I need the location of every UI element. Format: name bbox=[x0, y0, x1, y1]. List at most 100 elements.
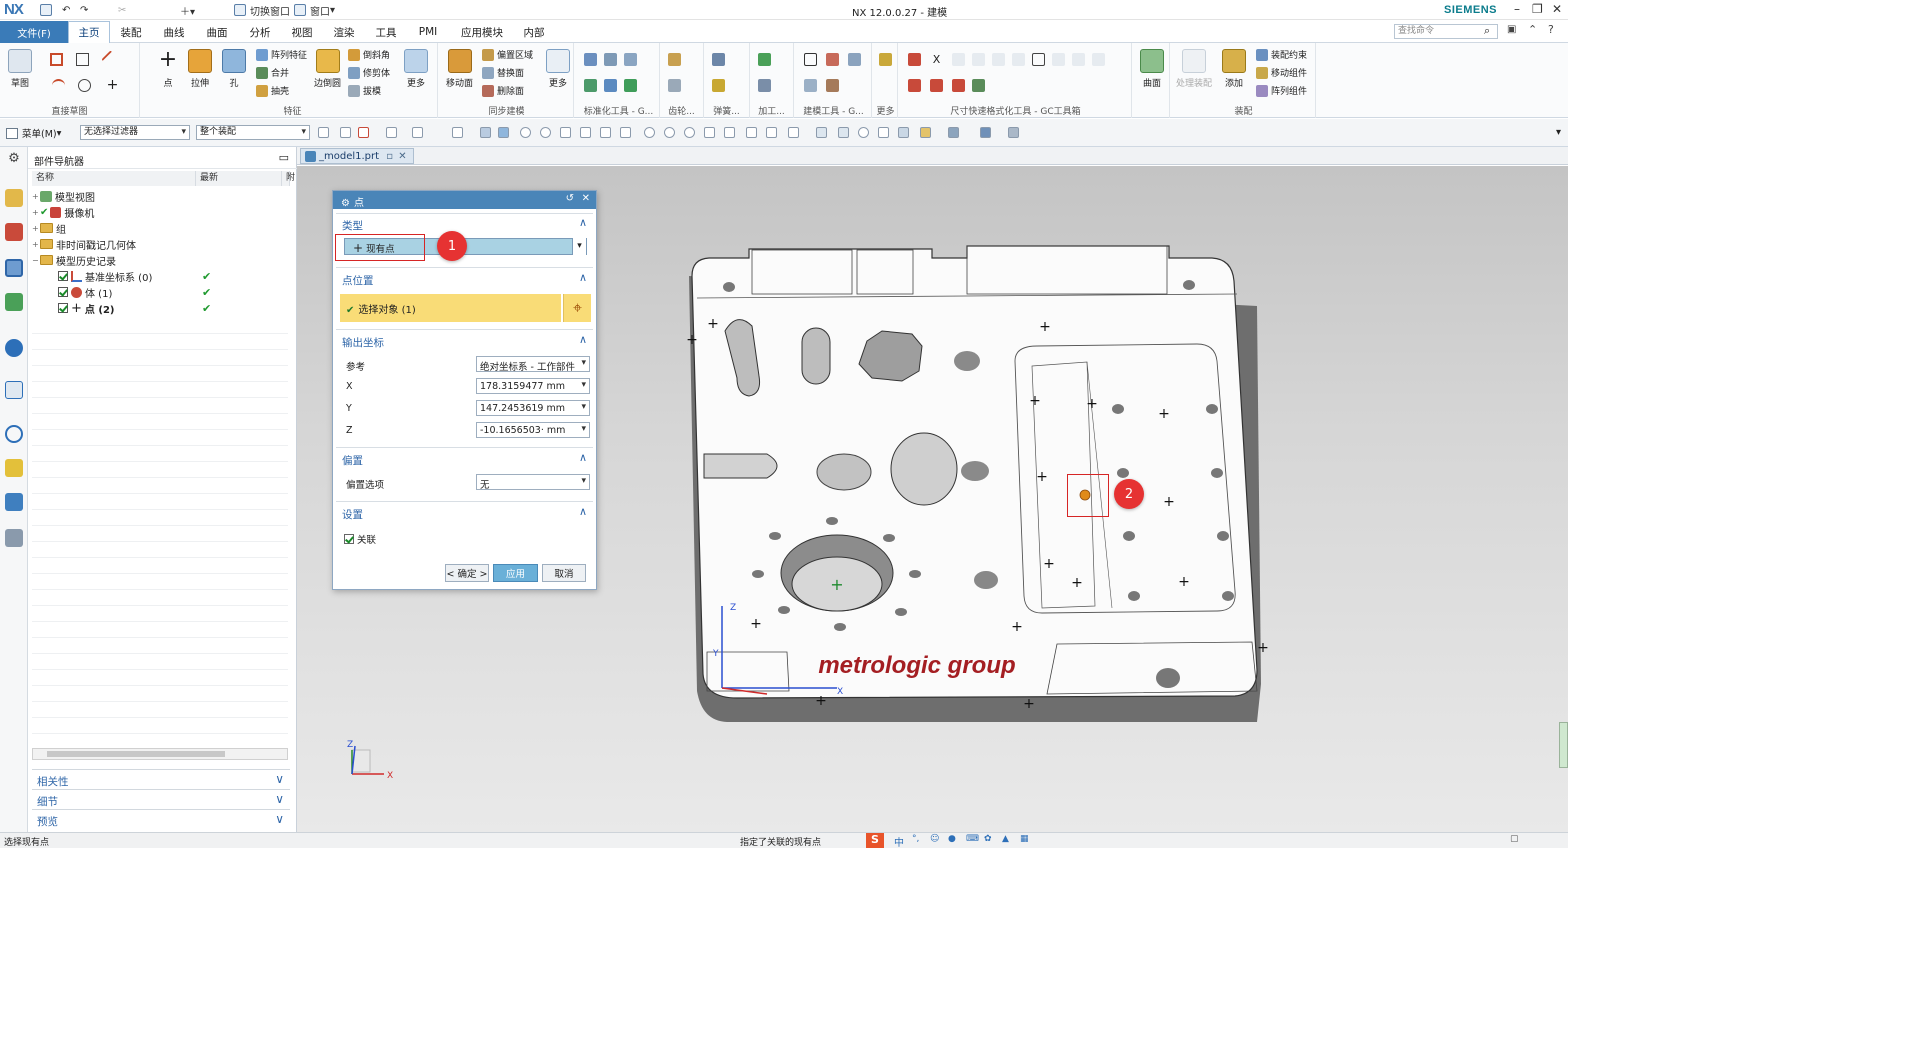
palette-icon[interactable] bbox=[5, 459, 23, 477]
gear-tool-icon[interactable] bbox=[668, 79, 681, 92]
machining-tool-icon[interactable] bbox=[758, 79, 771, 92]
point-marker[interactable]: + bbox=[1163, 494, 1175, 510]
tree-node-unused-items[interactable]: + 非时间戳记几何体 bbox=[32, 236, 136, 252]
point-button[interactable]: + 点 bbox=[156, 49, 180, 90]
command-search-input[interactable]: 查找命令 bbox=[1394, 24, 1498, 39]
collapse-ribbon-icon[interactable]: ⌃ bbox=[1528, 23, 1537, 36]
point-marker[interactable]: + bbox=[1158, 406, 1170, 422]
select-feature-icon[interactable] bbox=[358, 127, 369, 138]
switch-window-button[interactable]: 切换窗口 bbox=[234, 3, 290, 18]
solid-icon[interactable] bbox=[498, 127, 509, 138]
circle-snap-icon[interactable] bbox=[664, 127, 675, 138]
modeling-tool-icon-4[interactable] bbox=[804, 79, 817, 92]
orient-view-icon[interactable] bbox=[948, 127, 959, 138]
assembly-navigator-icon[interactable] bbox=[5, 189, 23, 207]
tab-home[interactable]: 主页 bbox=[68, 21, 110, 43]
intersection-icon[interactable] bbox=[580, 127, 591, 138]
arc-icon[interactable] bbox=[52, 79, 65, 92]
pattern-feature-button[interactable]: 阵列特征 bbox=[256, 48, 307, 61]
tree-node-body[interactable]: 体 (1) bbox=[58, 284, 112, 300]
horizontal-scrollbar[interactable] bbox=[32, 748, 288, 760]
body-icon[interactable] bbox=[480, 127, 491, 138]
ime-mic-icon[interactable]: ● bbox=[948, 834, 956, 844]
point-marker[interactable]: + bbox=[1039, 319, 1051, 335]
tree-node-model-history[interactable]: − 模型历史记录 bbox=[32, 252, 116, 268]
section-view-icon[interactable] bbox=[980, 127, 991, 138]
ime-punct-icon[interactable]: °, bbox=[912, 834, 919, 844]
undo-icon[interactable]: ↶ bbox=[62, 3, 70, 17]
ime-mode[interactable]: 中 bbox=[894, 834, 904, 849]
associative-checkbox[interactable]: 关联 bbox=[344, 532, 376, 546]
more-sync-button[interactable]: 更多 bbox=[546, 49, 570, 89]
line-sketch-icon[interactable] bbox=[50, 53, 63, 66]
add-component-button[interactable]: 添加 bbox=[1222, 49, 1246, 89]
std-tool-icon-4[interactable] bbox=[584, 79, 597, 92]
delete-face-button[interactable]: 删除面 bbox=[482, 84, 524, 97]
ribbon-options-icon[interactable]: ▣ bbox=[1507, 24, 1516, 35]
edge-blend-button[interactable]: 边倒圆 bbox=[314, 49, 341, 89]
work-layer-icon[interactable] bbox=[1008, 127, 1019, 138]
tree-node-model-views[interactable]: + 模型视图 bbox=[32, 188, 95, 204]
point-marker[interactable]: + bbox=[1086, 396, 1098, 412]
point-marker[interactable]: + bbox=[686, 332, 698, 348]
dialog-close-icon[interactable]: ✕ bbox=[582, 193, 590, 204]
checkbox-icon[interactable] bbox=[344, 534, 354, 544]
ime-skin-icon[interactable]: ✿ bbox=[984, 834, 992, 844]
point-marker[interactable]: + bbox=[1036, 469, 1048, 485]
apply-button[interactable]: 应用 bbox=[493, 564, 538, 582]
std-tool-icon-5[interactable] bbox=[604, 79, 617, 92]
hd3d-tools-icon[interactable] bbox=[5, 339, 23, 357]
tab-internal[interactable]: 内部 bbox=[516, 21, 552, 43]
menu-button[interactable]: 菜单(M) ▾ bbox=[6, 126, 61, 140]
dimension-icon-10[interactable] bbox=[1092, 53, 1105, 66]
rotate-icon[interactable] bbox=[858, 127, 869, 138]
move-component-button[interactable]: 移动组件 bbox=[1256, 66, 1307, 79]
replace-face-button[interactable]: 替换面 bbox=[482, 66, 524, 79]
tree-node-point[interactable]: + 点 (2) bbox=[58, 300, 115, 316]
chamfer-button[interactable]: 倒斜角 bbox=[348, 48, 390, 61]
reuse-library-icon[interactable] bbox=[5, 293, 23, 311]
tree-node-datum-csys[interactable]: 基准坐标系 (0) bbox=[58, 268, 152, 284]
point-marker[interactable]: + bbox=[1257, 640, 1269, 656]
dimension-icon-1[interactable] bbox=[908, 53, 921, 66]
shell-button[interactable]: 抽壳 bbox=[256, 84, 289, 97]
dimension-icon-4[interactable] bbox=[972, 53, 985, 66]
reference-dropdown[interactable]: 绝对坐标系 - 工作部件 bbox=[476, 356, 590, 372]
process-assembly-button[interactable]: 处理装配 bbox=[1176, 49, 1212, 89]
system-scene-icon[interactable] bbox=[5, 529, 23, 547]
chevron-up-icon[interactable]: ∧ bbox=[579, 333, 587, 346]
trim-body-button[interactable]: 修剪体 bbox=[348, 66, 390, 79]
dimension-box-x-icon[interactable] bbox=[1032, 53, 1045, 66]
point-on-face-icon[interactable] bbox=[724, 127, 735, 138]
tree-node-groups[interactable]: + 组 bbox=[32, 220, 66, 236]
chevron-up-icon[interactable]: ∧ bbox=[579, 216, 587, 229]
search-icon[interactable]: ⌕ bbox=[1484, 24, 1490, 38]
dialog-title-bar[interactable]: ⚙ 点 ↺ ✕ bbox=[333, 191, 596, 209]
ime-logo-icon[interactable]: S bbox=[866, 833, 884, 848]
draft-button[interactable]: 拔模 bbox=[348, 84, 381, 97]
minimize-button[interactable]: – bbox=[1514, 2, 1520, 16]
point-marker[interactable]: + bbox=[1071, 575, 1083, 591]
point-marker[interactable]: + bbox=[815, 693, 827, 709]
snap-icon[interactable] bbox=[318, 127, 329, 138]
point-marker[interactable]: + bbox=[1011, 619, 1023, 635]
file-menu-button[interactable]: 文件(F) bbox=[0, 21, 68, 43]
std-tool-icon-1[interactable] bbox=[584, 53, 597, 66]
ime-keyboard-icon[interactable]: ⌨ bbox=[966, 834, 979, 844]
tab-render[interactable]: 渲染 bbox=[326, 21, 362, 43]
ok-button[interactable]: < 确定 > bbox=[445, 564, 489, 582]
section-header[interactable]: 类型 bbox=[342, 218, 363, 233]
chevron-up-icon[interactable]: ∧ bbox=[579, 505, 587, 518]
document-tab[interactable]: _model1.prt ▫ ✕ bbox=[300, 148, 414, 164]
window-menu-button[interactable]: 窗口 ▾ bbox=[294, 3, 335, 18]
part-navigator-icon[interactable] bbox=[5, 259, 23, 277]
roles-icon[interactable] bbox=[5, 493, 23, 511]
tab-analysis[interactable]: 分析 bbox=[242, 21, 278, 43]
modeling-tool-icon-2[interactable] bbox=[826, 53, 839, 66]
settings-gear-icon[interactable]: ⚙ bbox=[5, 151, 23, 169]
assembly-constraint-button[interactable]: 装配约束 bbox=[1256, 48, 1307, 61]
dimension-icon-5[interactable] bbox=[992, 53, 1005, 66]
snap-point-2-icon[interactable] bbox=[412, 127, 423, 138]
gear-icon[interactable] bbox=[668, 53, 681, 66]
triangle-icon[interactable] bbox=[804, 53, 817, 66]
